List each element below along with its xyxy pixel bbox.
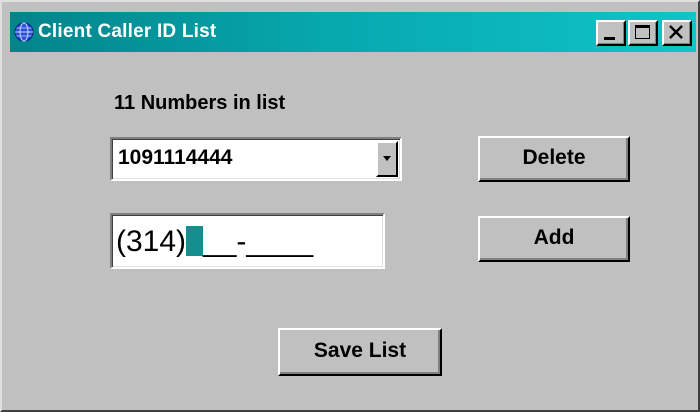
phone-number-input[interactable]: (314) __-____	[110, 213, 385, 269]
minimize-icon	[604, 37, 615, 40]
chevron-down-icon	[383, 156, 391, 161]
numbers-count-label: 11 Numbers in list	[114, 92, 286, 114]
save-list-button-label: Save List	[313, 339, 407, 362]
phone-mask: __-____	[203, 225, 314, 258]
minimize-button[interactable]	[596, 20, 626, 46]
selected-number: 1091114444	[118, 146, 233, 169]
save-list-button[interactable]: Save List	[278, 328, 442, 376]
close-icon	[669, 25, 683, 39]
globe-icon[interactable]	[14, 22, 34, 42]
delete-button[interactable]: Delete	[478, 136, 630, 182]
add-button-label: Add	[533, 226, 575, 249]
number-list-combobox[interactable]: 1091114444	[110, 137, 402, 181]
caller-id-window: Client Caller ID List 11 Numbers in list…	[0, 0, 700, 412]
phone-value: (314)	[116, 225, 187, 258]
add-button[interactable]: Add	[478, 216, 630, 262]
text-cursor	[186, 226, 204, 256]
phone-number-text: (314) __-____	[116, 225, 313, 259]
maximize-button[interactable]	[628, 20, 658, 46]
maximize-icon	[635, 25, 650, 39]
close-button[interactable]	[662, 20, 692, 46]
delete-button-label: Delete	[522, 146, 586, 169]
window-title: Client Caller ID List	[38, 21, 217, 42]
dropdown-button[interactable]	[376, 141, 398, 177]
